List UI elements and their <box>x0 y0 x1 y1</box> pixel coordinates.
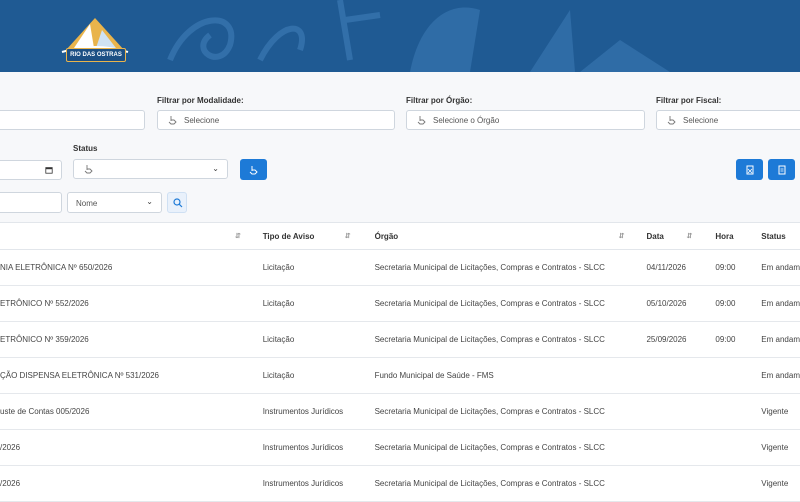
hand-pointer-icon <box>417 116 426 125</box>
row-status: Vigente <box>761 465 800 502</box>
modalidade-select[interactable]: Selecione <box>157 110 395 130</box>
calendar-icon[interactable] <box>45 166 53 174</box>
modalidade-placeholder: Selecione <box>184 116 220 125</box>
row-data <box>646 393 716 430</box>
table-header-row: ⇵ Tipo de Aviso ⇵ Órgão ⇵ Data ⇵ Hora Statu… <box>0 222 800 250</box>
row-tipo: Instrumentos Jurídicos <box>262 429 375 466</box>
hand-pointer-icon <box>84 165 93 174</box>
site-header: RIO DAS OSTRAS <box>0 0 800 72</box>
row-status: Em andam <box>761 357 800 394</box>
column-header-hora[interactable]: Hora <box>715 222 762 250</box>
search-field-value: Nome <box>76 199 98 208</box>
sort-icon[interactable]: ⇵ <box>686 232 692 240</box>
table-row[interactable]: ÇÃO DISPENSA ELETRÔNICA Nº 531/2026 Lici… <box>0 357 800 394</box>
header-decoration-icon <box>167 0 670 72</box>
chevron-down-icon: ⌄ <box>212 164 219 173</box>
row-tipo: Licitação <box>262 285 375 322</box>
row-title[interactable]: ÇÃO DISPENSA ELETRÔNICA Nº 531/2026 <box>0 357 263 394</box>
hand-pointer-icon <box>168 116 177 125</box>
hand-pointer-icon <box>249 165 258 174</box>
spreadsheet-icon <box>746 165 753 174</box>
row-title[interactable]: ETRÔNICO Nº 552/2026 <box>0 285 263 322</box>
row-orgao: Secretaria Municipal de Licitações, Comp… <box>374 393 647 430</box>
row-data: 25/09/2026 <box>646 321 716 358</box>
row-hora <box>715 429 762 466</box>
row-orgao: Secretaria Municipal de Licitações, Comp… <box>374 285 647 322</box>
row-hora <box>715 393 762 430</box>
row-data: 04/11/2026 <box>646 249 716 286</box>
row-status: Vigente <box>761 429 800 466</box>
row-tipo: Licitação <box>262 249 375 286</box>
row-title[interactable]: NIA ELETRÔNICA Nº 650/2026 <box>0 249 263 286</box>
pdf-icon <box>778 165 785 174</box>
row-hora <box>715 465 762 502</box>
export-pdf-button[interactable] <box>768 159 795 180</box>
main-content: Filtrar por Modalidade: Selecione Filtra… <box>0 72 800 502</box>
row-orgao: Fundo Municipal de Saúde - FMS <box>374 357 647 394</box>
row-title[interactable]: ETRÔNICO Nº 359/2026 <box>0 321 263 358</box>
row-tipo: Instrumentos Jurídicos <box>262 465 375 502</box>
fiscal-placeholder: Selecione <box>683 116 719 125</box>
modalidade-label: Filtrar por Modalidade: <box>157 96 244 105</box>
column-header-tipo[interactable]: Tipo de Aviso ⇵ <box>262 222 375 250</box>
row-tipo: Instrumentos Jurídicos <box>262 393 375 430</box>
search-input[interactable] <box>0 192 62 213</box>
row-status: Vigente <box>761 393 800 430</box>
logo-text: RIO DAS OSTRAS <box>66 48 126 62</box>
table-row[interactable]: /2026 Instrumentos Jurídicos Secretaria … <box>0 429 800 466</box>
search-icon <box>173 198 183 208</box>
row-orgao: Secretaria Municipal de Licitações, Comp… <box>374 321 647 358</box>
fiscal-label: Filtrar por Fiscal: <box>656 96 722 105</box>
row-tipo: Licitação <box>262 357 375 394</box>
export-spreadsheet-button[interactable] <box>736 159 763 180</box>
fiscal-select[interactable]: Selecione <box>656 110 800 130</box>
row-data <box>646 429 716 466</box>
column-header-title[interactable]: ⇵ <box>0 222 263 250</box>
row-data: 05/10/2026 <box>646 285 716 322</box>
row-hora: 09:00 <box>715 285 762 322</box>
table-row[interactable]: NIA ELETRÔNICA Nº 650/2026 Licitação Sec… <box>0 249 800 286</box>
row-hora: 09:00 <box>715 321 762 358</box>
row-tipo: Licitação <box>262 321 375 358</box>
row-hora: 09:00 <box>715 249 762 286</box>
status-label: Status <box>73 144 98 153</box>
search-button[interactable] <box>167 192 187 213</box>
row-title[interactable]: uste de Contas 005/2026 <box>0 393 263 430</box>
table-row[interactable]: ETRÔNICO Nº 552/2026 Licitação Secretari… <box>0 285 800 322</box>
row-data <box>646 357 716 394</box>
sort-icon[interactable]: ⇵ <box>619 232 625 240</box>
search-text-field-left[interactable] <box>0 110 145 130</box>
column-header-orgao[interactable]: Órgão ⇵ <box>374 222 647 250</box>
row-status: Em andam <box>761 249 800 286</box>
row-orgao: Secretaria Municipal de Licitações, Comp… <box>374 429 647 466</box>
row-status: Em andam <box>761 321 800 358</box>
row-status: Em andam <box>761 285 800 322</box>
column-header-status[interactable]: Status <box>761 222 800 250</box>
orgao-label: Filtrar por Órgão: <box>406 96 473 105</box>
sort-icon[interactable]: ⇵ <box>345 232 351 240</box>
avisos-table: ⇵ Tipo de Aviso ⇵ Órgão ⇵ Data ⇵ Hora Statu… <box>0 222 800 502</box>
chevron-down-icon: ⌄ <box>146 197 153 206</box>
row-data <box>646 465 716 502</box>
clear-filter-button[interactable] <box>240 159 267 180</box>
row-orgao: Secretaria Municipal de Licitações, Comp… <box>374 249 647 286</box>
column-header-data[interactable]: Data ⇵ <box>646 222 716 250</box>
row-orgao: Secretaria Municipal de Licitações, Comp… <box>374 465 647 502</box>
hand-pointer-icon <box>667 116 676 125</box>
orgao-select[interactable]: Selecione o Órgão <box>406 110 645 130</box>
row-hora <box>715 357 762 394</box>
row-title[interactable]: /2026 <box>0 465 263 502</box>
date-input[interactable] <box>0 160 62 180</box>
row-title[interactable]: /2026 <box>0 429 263 466</box>
sort-icon[interactable]: ⇵ <box>235 232 241 240</box>
orgao-placeholder: Selecione o Órgão <box>433 116 500 125</box>
status-select[interactable]: ⌄ <box>73 159 228 179</box>
table-row[interactable]: uste de Contas 005/2026 Instrumentos Jur… <box>0 393 800 430</box>
table-row[interactable]: /2026 Instrumentos Jurídicos Secretaria … <box>0 465 800 502</box>
search-field-select[interactable]: Nome ⌄ <box>67 192 162 213</box>
table-row[interactable]: ETRÔNICO Nº 359/2026 Licitação Secretari… <box>0 321 800 358</box>
